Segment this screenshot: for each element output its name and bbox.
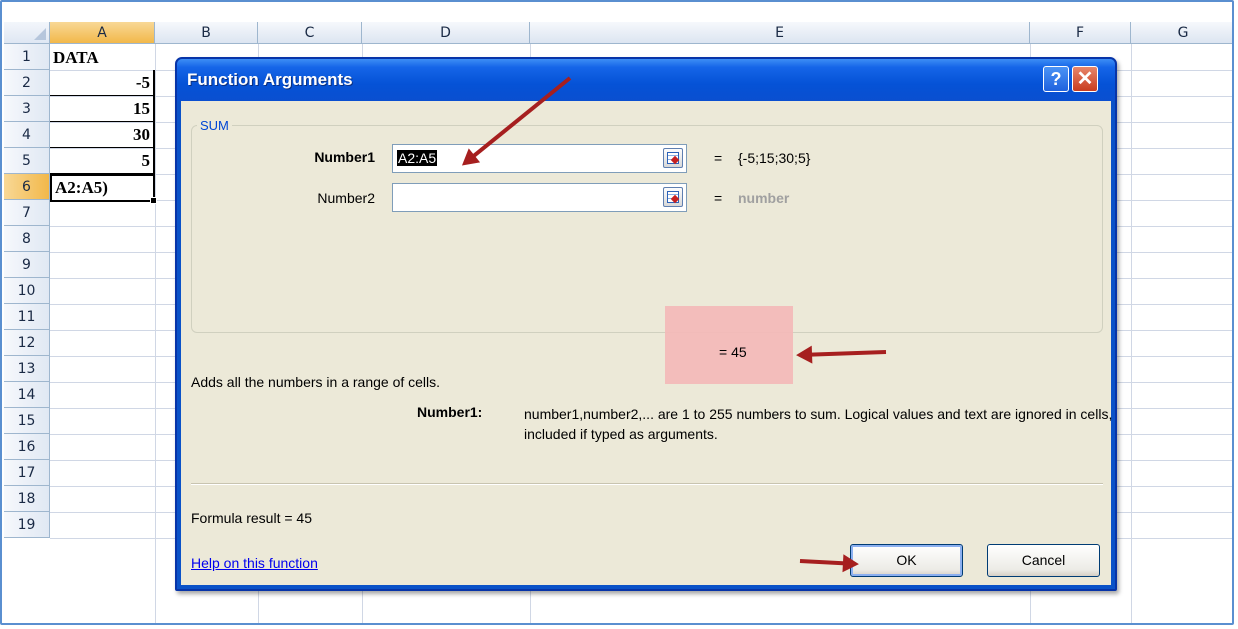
gridline <box>155 44 156 623</box>
row-header-4[interactable]: 4 <box>4 122 50 148</box>
dialog-body: SUM Number1 A2:A5 = {-5;15;30;5} Number2… <box>181 101 1113 585</box>
row-header-5[interactable]: 5 <box>4 148 50 174</box>
row-header-13[interactable]: 13 <box>4 356 50 382</box>
function-description: Adds all the numbers in a range of cells… <box>191 374 441 390</box>
number1-result: {-5;15;30;5} <box>738 150 811 166</box>
number1-input[interactable]: A2:A5 <box>392 144 687 173</box>
formula-result: Formula result = 45 <box>191 510 312 526</box>
help-on-function-link[interactable]: Help on this function <box>191 555 318 571</box>
cancel-button[interactable]: Cancel <box>987 544 1100 577</box>
divider <box>191 483 1103 485</box>
cell-a1[interactable]: DATA <box>50 45 155 70</box>
row-header-1[interactable]: 1 <box>4 44 50 70</box>
dialog-titlebar[interactable]: Function Arguments ? ✕ <box>177 59 1115 101</box>
row-header-2[interactable]: 2 <box>4 70 50 96</box>
equals-sign: = <box>714 150 723 166</box>
argument-help-text: number1,number2,... are 1 to 255 numbers… <box>524 406 1113 442</box>
row-header-9[interactable]: 9 <box>4 252 50 278</box>
row-header-15[interactable]: 15 <box>4 408 50 434</box>
ok-button[interactable]: OK <box>850 544 963 577</box>
number1-label: Number1 <box>314 149 375 165</box>
row-header-14[interactable]: 14 <box>4 382 50 408</box>
cell-a3[interactable]: 15 <box>50 96 155 122</box>
cell-a5[interactable]: 5 <box>50 148 155 174</box>
range-select-icon[interactable] <box>663 148 683 168</box>
cell-a2[interactable]: -5 <box>50 70 155 96</box>
gridline <box>1131 44 1132 623</box>
row-header-16[interactable]: 16 <box>4 434 50 460</box>
result-value: = 45 <box>719 344 747 360</box>
column-header-a[interactable]: A <box>50 22 155 44</box>
cell-a4[interactable]: 30 <box>50 122 155 148</box>
number2-input[interactable] <box>392 183 687 212</box>
row-header-6[interactable]: 6 <box>4 174 50 200</box>
range-select-icon[interactable] <box>663 187 683 207</box>
row-header-8[interactable]: 8 <box>4 226 50 252</box>
column-header-g[interactable]: G <box>1131 22 1232 44</box>
row-header-11[interactable]: 11 <box>4 304 50 330</box>
column-header-b[interactable]: B <box>155 22 258 44</box>
row-header-17[interactable]: 17 <box>4 460 50 486</box>
row-header-18[interactable]: 18 <box>4 486 50 512</box>
argument-help-name: Number1: <box>417 404 483 420</box>
row-header-12[interactable]: 12 <box>4 330 50 356</box>
row-header-3[interactable]: 3 <box>4 96 50 122</box>
row-header-10[interactable]: 10 <box>4 278 50 304</box>
column-header-c[interactable]: C <box>258 22 362 44</box>
column-header-e[interactable]: E <box>530 22 1030 44</box>
number2-label: Number2 <box>317 190 375 206</box>
number1-value: A2:A5 <box>397 150 438 166</box>
number2-result: number <box>738 190 790 206</box>
function-name-label: SUM <box>197 118 232 133</box>
cell-a6-active[interactable]: A2:A5) <box>50 174 157 204</box>
function-arguments-dialog: Function Arguments ? ✕ SUM Number1 A2:A5… <box>175 57 1117 591</box>
dialog-title: Function Arguments <box>187 70 353 89</box>
help-icon[interactable]: ? <box>1043 66 1069 92</box>
select-all-corner[interactable] <box>4 22 50 44</box>
column-header-d[interactable]: D <box>362 22 530 44</box>
column-header-f[interactable]: F <box>1030 22 1131 44</box>
row-header-19[interactable]: 19 <box>4 512 50 538</box>
close-icon[interactable]: ✕ <box>1072 66 1098 92</box>
row-header-7[interactable]: 7 <box>4 200 50 226</box>
equals-sign: = <box>714 190 723 206</box>
